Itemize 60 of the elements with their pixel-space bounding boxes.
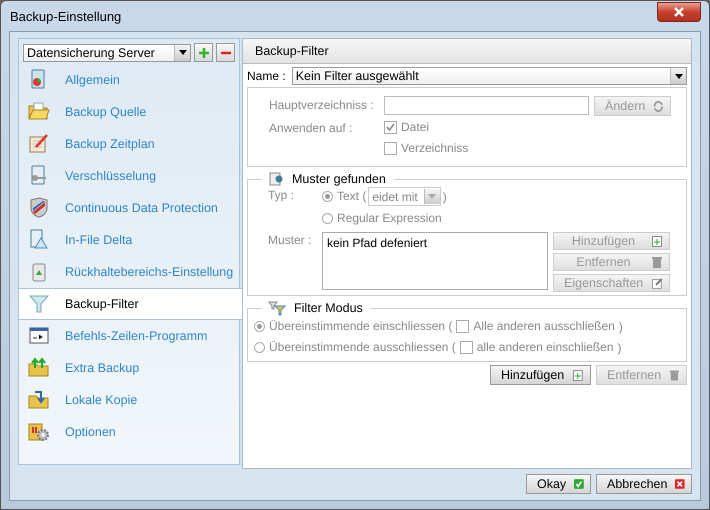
radio-option[interactable]: Übereinstimmende ausschliessen ( [254,339,456,356]
trash-icon [651,256,663,268]
radio-option[interactable]: Text ( [322,188,366,205]
checkbox-option[interactable]: Verzeichniss [384,140,468,157]
dropdown-arrow-icon [178,50,186,55]
add-filter-button[interactable]: Hinzufügen [490,365,591,385]
pattern-list[interactable]: kein Pfad defeniert [322,232,548,290]
sidebar-item[interactable]: Rückhaltebereichs-Einstellung [19,256,239,288]
sidebar-item[interactable]: Befehls-Zeilen-Programm [19,320,239,352]
add-icon [572,368,584,382]
funnels-icon [268,300,286,316]
sidebar-item[interactable]: Continuous Data Protection [19,192,239,224]
name-label: Name : [247,69,286,83]
radio-option[interactable]: Regular Expression [322,210,442,227]
document-icon [268,171,284,187]
refresh-icon [653,100,664,112]
sidebar-item[interactable]: Backup-Filter [19,288,242,320]
checkmark-icon [385,122,396,133]
checkbox-option[interactable]: alle anderen einschließen [460,339,614,356]
pattern-text: kein Pfad defeniert [327,236,428,250]
checkbox-option[interactable]: Datei [384,119,468,136]
close-button[interactable] [657,2,701,22]
sidebar-item[interactable]: Verschlüsselung [19,160,239,192]
profile-dropdown[interactable]: Datensicherung Server [23,44,191,62]
checkbox-option[interactable]: Alle anderen ausschließen [456,318,615,335]
dropdown-arrow-icon [428,194,436,199]
close-icon [675,478,685,490]
sidebar-item[interactable]: Lokale Kopie [19,384,239,416]
parenthesis-text: ) [618,320,623,334]
sidebar-item[interactable]: Extra Backup [19,352,239,384]
pattern-label: Muster : [268,232,312,249]
parenthesis-text: ) [442,190,447,204]
parenthesis-text: ) [618,340,622,354]
remove-profile-button[interactable] [216,43,235,62]
sidebar-item[interactable]: Backup Quelle [19,96,239,128]
window-title: Backup-Einstellung [9,8,122,24]
root-directory-label: Hauptverzeichniss : [269,97,375,114]
dropdown-arrow-icon [674,74,682,78]
match-dropdown[interactable]: eidet mit [368,187,441,206]
filter-dropdown[interactable]: Kein Filter ausgewählt [292,67,687,85]
add-icon [651,234,663,248]
okay-button[interactable]: Okay [526,474,591,494]
trash-icon [669,368,680,382]
radio-option[interactable]: Übereinstimmende einschliessen ( [254,318,452,335]
edit-icon [651,276,663,290]
cancel-button[interactable]: Abbrechen [596,474,692,494]
root-directory-field[interactable] [384,96,589,115]
close-icon [673,6,685,18]
sidebar-item[interactable]: Backup Zeitplan [19,128,239,160]
sidebar-item[interactable]: In-File Delta [19,224,239,256]
sidebar-item[interactable]: Optionen [19,416,239,448]
plus-icon [198,48,208,58]
panel-header: Backup-Filter [243,39,691,64]
group-title: Filter Modus [294,301,363,315]
type-label: Typ : [268,187,296,204]
add-profile-button[interactable] [194,43,213,62]
checkmark-icon [574,478,584,490]
group-title: Muster gefunden [292,172,386,186]
sidebar-item[interactable]: Allgemein [19,64,239,96]
apply-to-label: Anwenden auf : [269,120,354,137]
